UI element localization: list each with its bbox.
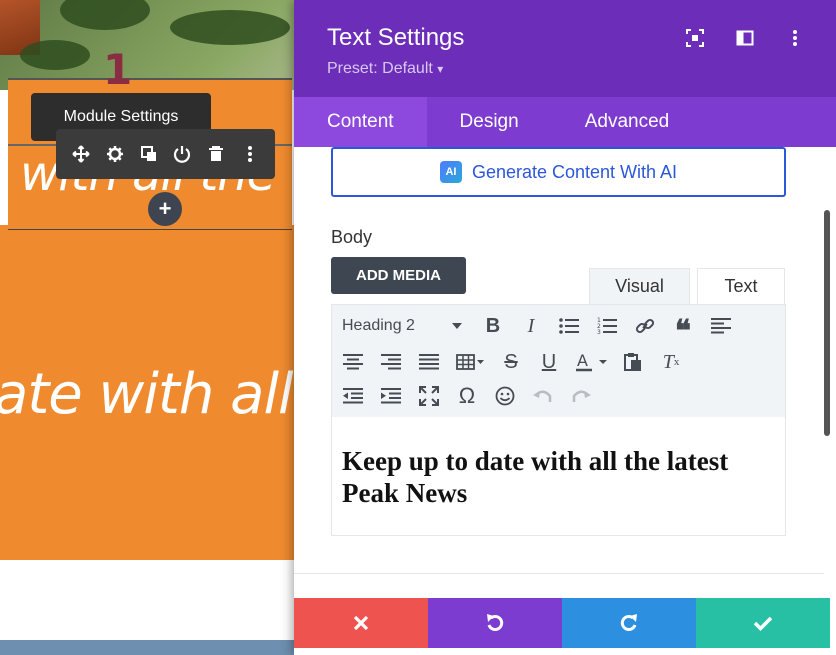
table-icon[interactable] [450, 347, 490, 377]
add-module-button[interactable]: + [148, 192, 182, 226]
redo-icon [620, 614, 637, 631]
checkmark-icon [753, 616, 773, 631]
underline-icon[interactable]: U [532, 347, 566, 377]
svg-text:3: 3 [597, 329, 601, 335]
format-select[interactable]: Heading 2 [332, 311, 472, 341]
text-settings-panel: Text Settings Preset: Default ▾ Content … [294, 0, 836, 655]
editor-content[interactable]: Keep up to date with all the latest Peak… [332, 417, 785, 535]
chevron-down-icon [452, 323, 462, 329]
rich-text-editor: Heading 2 B I 123 ❝ S U A T x Ω Keep up … [331, 304, 786, 536]
more-vertical-icon[interactable] [784, 27, 806, 49]
panel-header: Text Settings Preset: Default ▾ [294, 0, 836, 97]
add-media-button[interactable]: ADD MEDIA [331, 257, 466, 294]
panel-scrollbar[interactable] [824, 210, 830, 436]
undo-icon [487, 614, 504, 631]
more-vertical-icon[interactable] [239, 143, 261, 165]
fullscreen-icon[interactable] [412, 381, 446, 411]
body-label: Body [331, 227, 373, 247]
tab-advanced[interactable]: Advanced [552, 97, 703, 147]
redo-icon[interactable] [564, 381, 598, 411]
format-select-value: Heading 2 [342, 317, 415, 334]
tab-design[interactable]: Design [427, 97, 552, 147]
align-right-icon[interactable] [374, 347, 408, 377]
settings-tabs: Content Design Advanced [294, 97, 836, 147]
move-icon[interactable] [70, 143, 92, 165]
align-left-icon[interactable] [704, 311, 738, 341]
svg-text:A: A [577, 352, 588, 370]
tab-visual[interactable]: Visual [589, 268, 690, 304]
section-divider [294, 573, 824, 574]
align-center-icon[interactable] [336, 347, 370, 377]
step-number-1: 1 [103, 45, 133, 94]
undo-button[interactable] [428, 598, 562, 648]
cancel-button[interactable] [294, 598, 428, 648]
bold-icon[interactable]: B [476, 311, 510, 341]
trash-icon[interactable] [205, 143, 227, 165]
chevron-down-icon: ▾ [437, 62, 444, 76]
indent-icon[interactable] [374, 381, 408, 411]
special-character-icon[interactable]: Ω [450, 381, 484, 411]
panel-body: AI Generate Content With AI Body ADD MED… [294, 147, 824, 597]
panel-footer [294, 598, 830, 648]
strikethrough-icon[interactable]: S [494, 347, 528, 377]
focus-icon[interactable] [684, 27, 706, 49]
palm-frond [60, 0, 150, 30]
save-button[interactable] [696, 598, 830, 648]
split-view-icon[interactable] [734, 27, 756, 49]
palm-frond [20, 40, 90, 70]
outdent-icon[interactable] [336, 381, 370, 411]
align-justify-icon[interactable] [412, 347, 446, 377]
bullet-list-icon[interactable] [552, 311, 586, 341]
tab-text[interactable]: Text [697, 268, 785, 304]
emoji-icon[interactable] [488, 381, 522, 411]
numbered-list-icon[interactable]: 123 [590, 311, 624, 341]
undo-icon[interactable] [526, 381, 560, 411]
palm-frond [170, 10, 290, 45]
editor-toolbar: Heading 2 B I 123 ❝ S U A T x Ω [332, 305, 785, 417]
ai-icon: AI [439, 161, 462, 183]
clear-formatting-icon[interactable]: Tx [654, 347, 688, 377]
preset-label: Preset: Default [327, 60, 433, 77]
paste-text-icon[interactable] [616, 347, 650, 377]
close-icon [353, 615, 369, 631]
link-icon[interactable] [628, 311, 662, 341]
text-color-icon[interactable]: A [570, 347, 612, 377]
content-heading: Keep up to date with all the latest Peak… [342, 446, 729, 509]
module-toolbar [56, 129, 275, 179]
generate-ai-button[interactable]: AI Generate Content With AI [331, 147, 786, 197]
tab-content[interactable]: Content [294, 97, 427, 147]
duplicate-icon[interactable] [138, 143, 160, 165]
panel-title: Text Settings [327, 24, 465, 51]
preset-selector[interactable]: Preset: Default ▾ [327, 60, 443, 78]
blockquote-icon[interactable]: ❝ [666, 311, 700, 348]
redo-button[interactable] [562, 598, 696, 648]
italic-icon[interactable]: I [514, 311, 548, 341]
gear-icon[interactable] [104, 143, 126, 165]
generate-ai-label: Generate Content With AI [471, 161, 678, 182]
power-icon[interactable] [171, 143, 193, 165]
